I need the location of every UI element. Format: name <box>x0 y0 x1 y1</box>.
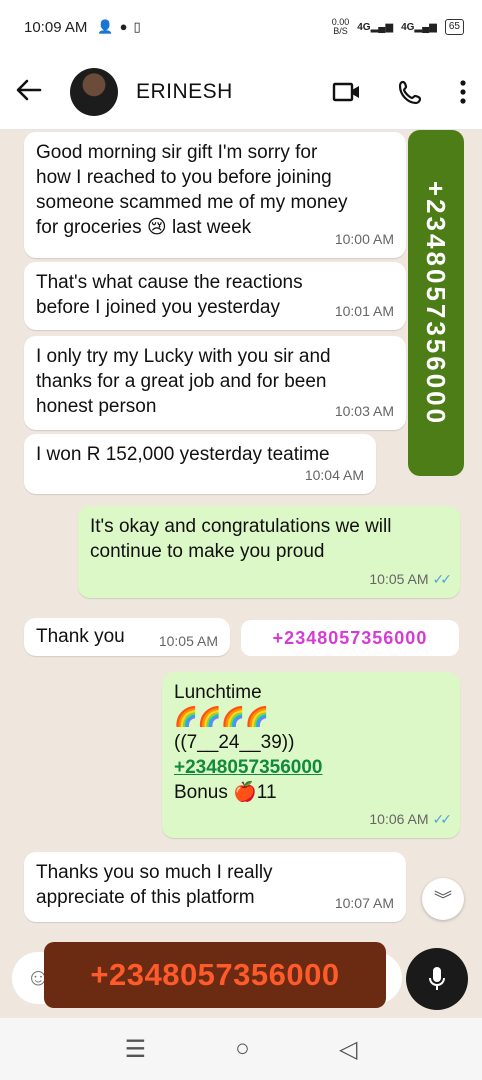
message-time: 10:03 AM <box>334 403 394 419</box>
back-arrow-icon[interactable] <box>16 75 52 109</box>
message-bubble[interactable]: I only try my Lucky with you sir and tha… <box>24 336 406 430</box>
chevron-double-down-icon[interactable]: ︾ <box>422 878 464 920</box>
message-line: Bonus 🍎11 <box>174 782 277 803</box>
system-nav-bar: ☰ ○ ◁ <box>0 1018 482 1080</box>
message-time: 10:06 AM ✓✓ <box>369 807 453 832</box>
back-triangle-icon[interactable]: ◁ <box>339 1035 357 1064</box>
contacts-icon: 👤 <box>97 19 114 34</box>
message-bubble[interactable]: Good morning sir gift I'm sorry for how … <box>24 132 406 258</box>
status-bar: 10:09 AM 👤 ● ▯ 0.00 B/S 4G▂▄▆ 4G▂▄▆ 65 <box>0 0 482 54</box>
vertical-phone-banner: +2348057356000 <box>408 130 464 476</box>
more-vert-icon[interactable] <box>460 79 466 104</box>
home-icon[interactable]: ○ <box>235 1035 250 1063</box>
message-time: 10:04 AM <box>304 467 364 483</box>
message-text: It's okay and congratulations we will co… <box>90 516 392 562</box>
sim-icon: ▯ <box>133 19 141 34</box>
status-right: 0.00 B/S 4G▂▄▆ 4G▂▄▆ 65 <box>332 18 464 36</box>
phone-icon[interactable] <box>398 79 424 105</box>
android-icon: ● <box>119 19 128 34</box>
message-time: 10:01 AM <box>334 303 394 319</box>
header-actions <box>332 79 466 105</box>
message-line: Lunchtime <box>174 682 262 703</box>
contact-name[interactable]: ERINESH <box>136 80 233 104</box>
rainbow-emoji-line: 🌈🌈🌈🌈 <box>174 707 269 728</box>
message-bubble[interactable]: That's what cause the reactions before I… <box>24 262 406 330</box>
message-bubble[interactable]: I won R 152,000 yesterday teatime 10:04 … <box>24 434 376 494</box>
status-notification-icons: 👤 ● ▯ <box>97 19 140 35</box>
video-call-icon[interactable] <box>332 81 362 103</box>
message-text: Good morning sir gift I'm sorry for how … <box>36 142 348 238</box>
message-line: ((7__24__39)) <box>174 732 295 753</box>
chat-header: ERINESH <box>0 54 482 130</box>
message-time: 10:05 AM <box>158 633 218 649</box>
network-speed: 0.00 B/S <box>332 18 350 36</box>
mic-icon <box>429 967 445 990</box>
avatar[interactable] <box>70 67 118 116</box>
status-time: 10:09 AM <box>24 18 88 36</box>
message-bubble-outgoing[interactable]: Lunchtime 🌈🌈🌈🌈 ((7__24__39)) +2348057356… <box>162 672 460 838</box>
signal-bars-icon: ▂▄▆ <box>370 21 394 33</box>
recents-icon[interactable]: ☰ <box>125 1035 147 1064</box>
message-time: 10:07 AM <box>334 895 394 911</box>
message-bubble[interactable]: Thank you 10:05 AM <box>24 618 230 656</box>
message-time: 10:00 AM <box>334 231 394 247</box>
battery-icon: 65 <box>444 19 464 35</box>
net-speed-unit: B/S <box>333 26 348 36</box>
message-time: 10:05 AM ✓✓ <box>369 567 453 592</box>
read-ticks-icon: ✓✓ <box>432 571 453 587</box>
read-ticks-icon: ✓✓ <box>432 811 453 827</box>
message-bubble-outgoing[interactable]: It's okay and congratulations we will co… <box>78 506 460 598</box>
signal-bars-icon: ▂▄▆ <box>414 21 437 33</box>
phone-link[interactable]: +2348057356000 <box>174 755 448 780</box>
message-bubble[interactable]: Thanks you so much I really appreciate o… <box>24 852 406 922</box>
mic-button[interactable] <box>406 948 468 1010</box>
input-phone-banner: +2348057356000 <box>44 942 386 1008</box>
signal-1: 4G▂▄▆ <box>357 21 394 33</box>
pink-phone-tag: +2348057356000 <box>241 620 459 656</box>
signal-2: 4G▂▄▆ <box>401 21 437 33</box>
